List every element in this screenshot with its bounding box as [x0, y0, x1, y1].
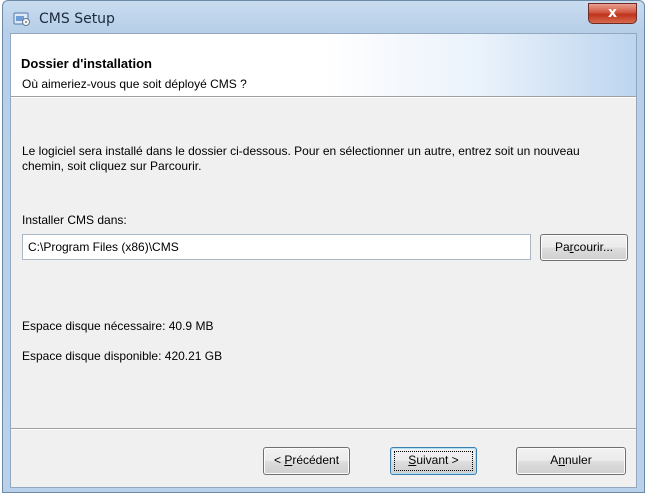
dialog-client-area: Dossier d'installation Où aimeriez-vous …: [10, 33, 637, 488]
back-label-pre: <: [273, 453, 285, 467]
focus-rectangle: [394, 451, 473, 471]
back-label-post: récédent: [292, 453, 340, 467]
page-title: Dossier d'installation: [21, 56, 152, 71]
cancel-label-accel: n: [558, 453, 565, 467]
cancel-button[interactable]: Annuler: [516, 447, 626, 475]
space-available-text: Espace disque disponible: 420.21 GB: [22, 349, 223, 363]
header-divider: [11, 97, 636, 98]
setup-installer-icon: [13, 12, 30, 26]
wizard-header: Dossier d'installation Où aimeriez-vous …: [11, 34, 636, 97]
next-button[interactable]: Suivant >: [390, 447, 477, 475]
install-folder-label: Installer CMS dans:: [22, 213, 127, 227]
space-required-text: Espace disque nécessaire: 40.9 MB: [22, 319, 214, 333]
browse-button[interactable]: Parcourir...: [540, 234, 628, 261]
browse-label-pre: Pa: [554, 240, 570, 254]
close-button[interactable]: x: [588, 3, 637, 24]
back-button[interactable]: < Précédent: [263, 447, 350, 475]
footer-divider: [11, 428, 636, 430]
title-bar[interactable]: CMS Setup x: [3, 1, 644, 33]
install-path-input[interactable]: [22, 234, 531, 260]
page-subtitle: Où aimeriez-vous que soit déployé CMS ?: [22, 77, 247, 91]
setup-window: CMS Setup x Dossier d'installation Où ai…: [2, 0, 645, 493]
browse-label-post: courir...: [573, 240, 614, 254]
window-title: CMS Setup: [39, 11, 115, 27]
cancel-label-post: nuler: [565, 453, 592, 467]
close-icon: x: [607, 5, 618, 21]
install-description: Le logiciel sera installé dans le dossie…: [22, 144, 580, 173]
